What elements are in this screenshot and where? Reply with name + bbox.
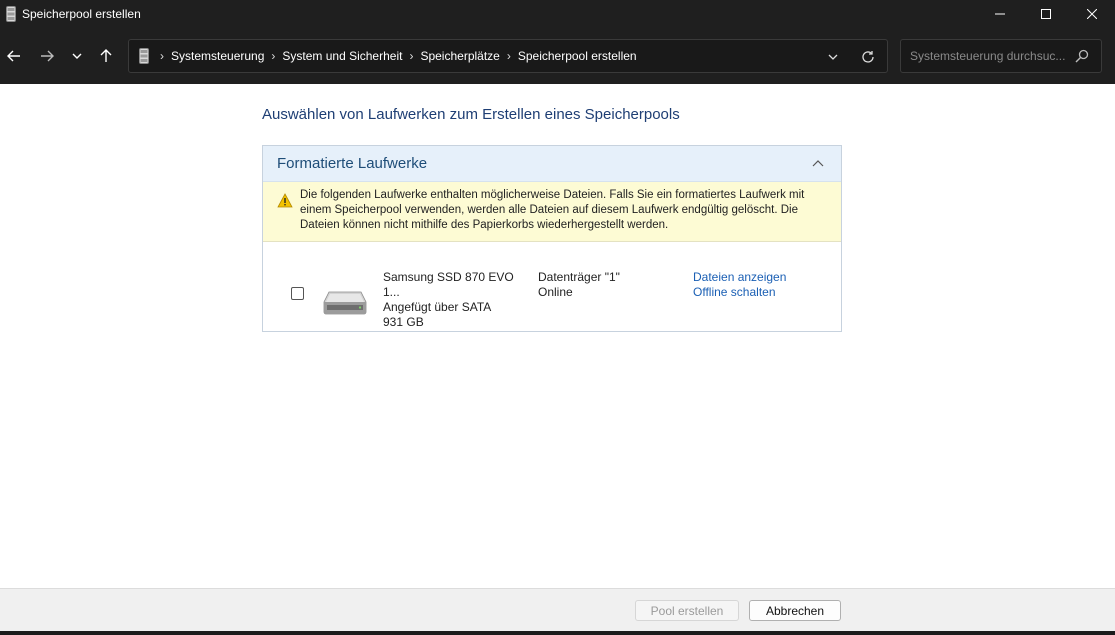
maximize-button[interactable]: [1023, 0, 1069, 28]
chevron-up-icon[interactable]: [811, 157, 825, 171]
navigation-bar: › Systemsteuerung › System und Sicherhei…: [0, 28, 1115, 84]
back-button[interactable]: [0, 40, 28, 72]
search-icon[interactable]: [1075, 49, 1089, 63]
breadcrumb-systemsteuerung[interactable]: Systemsteuerung: [171, 49, 264, 63]
breadcrumb-separator[interactable]: ›: [160, 49, 164, 63]
refresh-icon: [862, 51, 874, 63]
drive-name: Samsung SSD 870 EVO 1...: [383, 270, 514, 299]
drive-status: Online: [538, 285, 573, 299]
forward-button[interactable]: [33, 40, 61, 72]
search-box[interactable]: [900, 39, 1102, 73]
page-title: Auswählen von Laufwerken zum Erstellen e…: [262, 106, 680, 123]
search-input[interactable]: [910, 49, 1070, 63]
forward-arrow-icon: [41, 50, 54, 62]
up-arrow-icon: [100, 49, 112, 62]
breadcrumb-speicherplaetze[interactable]: Speicherplätze: [420, 49, 499, 63]
breadcrumb-separator[interactable]: ›: [409, 49, 413, 63]
cancel-button[interactable]: Abbrechen: [749, 600, 841, 621]
breadcrumb-separator[interactable]: ›: [271, 49, 275, 63]
warning-icon: [277, 193, 293, 208]
refresh-button[interactable]: [859, 48, 877, 66]
view-files-link[interactable]: Dateien anzeigen: [693, 270, 833, 285]
drive-size: 931 GB: [383, 315, 424, 329]
drive-row: Samsung SSD 870 EVO 1... Angefügt über S…: [263, 242, 841, 332]
drive-disk-info: Datenträger "1" Online: [538, 270, 678, 300]
address-history-button[interactable]: [825, 49, 841, 65]
chevron-down-icon: [828, 54, 838, 60]
drive-disk: Datenträger "1": [538, 270, 620, 284]
take-offline-link[interactable]: Offline schalten: [693, 285, 833, 300]
drive-connection: Angefügt über SATA: [383, 300, 492, 314]
drive-checkbox[interactable]: [291, 287, 304, 300]
address-bar[interactable]: › Systemsteuerung › System und Sicherhei…: [128, 39, 888, 73]
footer-bar: Pool erstellen Abbrechen: [0, 588, 1115, 631]
drive-info: Samsung SSD 870 EVO 1... Angefügt über S…: [383, 270, 528, 330]
warning-banner: Die folgenden Laufwerke enthalten möglic…: [263, 182, 841, 242]
group-header[interactable]: Formatierte Laufwerke: [263, 146, 841, 182]
create-pool-button[interactable]: Pool erstellen: [635, 600, 739, 621]
formatted-drives-group: Formatierte Laufwerke Die folgenden Lauf…: [262, 145, 842, 332]
minimize-button[interactable]: [977, 0, 1023, 28]
close-icon: [1087, 9, 1097, 19]
content-area: Auswählen von Laufwerken zum Erstellen e…: [0, 84, 1115, 588]
window-title: Speicherpool erstellen: [22, 7, 141, 21]
title-bar: Speicherpool erstellen: [0, 0, 1115, 28]
warning-text: Die folgenden Laufwerke enthalten möglic…: [300, 189, 805, 231]
storage-spaces-icon: [139, 47, 153, 65]
up-button[interactable]: [92, 40, 120, 72]
back-arrow-icon: [7, 50, 20, 62]
breadcrumb-speicherpool-erstellen[interactable]: Speicherpool erstellen: [518, 49, 637, 63]
recent-locations-button[interactable]: [63, 40, 91, 72]
recent-locations-chevron-icon: [72, 53, 82, 59]
drive-actions: Dateien anzeigen Offline schalten: [693, 270, 833, 300]
hard-drive-icon: [323, 291, 367, 315]
breadcrumb-system-und-sicherheit[interactable]: System und Sicherheit: [282, 49, 402, 63]
group-title: Formatierte Laufwerke: [277, 155, 428, 172]
close-button[interactable]: [1069, 0, 1115, 28]
breadcrumb-separator[interactable]: ›: [507, 49, 511, 63]
storage-spaces-icon: [4, 6, 18, 22]
minimize-icon: [995, 13, 1005, 15]
window-border: [0, 631, 1115, 635]
maximize-icon: [1041, 9, 1051, 19]
